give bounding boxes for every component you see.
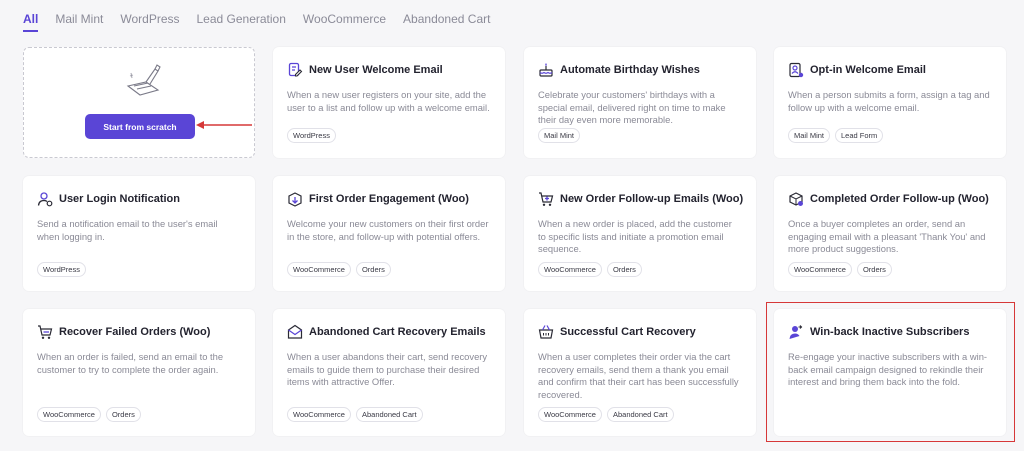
tag: WooCommerce: [538, 407, 602, 422]
card-description: When a new user registers on your site, …: [287, 89, 490, 113]
tag-list: WordPress: [37, 262, 86, 277]
tag: WooCommerce: [788, 262, 852, 277]
red-arrow-annotation: [196, 121, 252, 129]
tab-woocommerce[interactable]: WooCommerce: [303, 12, 386, 32]
tag: WooCommerce: [287, 262, 351, 277]
tag: WordPress: [287, 128, 336, 143]
card-title: Automate Birthday Wishes: [560, 64, 700, 76]
start-from-scratch-button[interactable]: Start from scratch: [85, 114, 195, 139]
tag-list: WooCommerce Orders: [538, 262, 642, 277]
tab-wordpress[interactable]: WordPress: [120, 12, 179, 32]
document-edit-icon: [288, 62, 303, 77]
tag-list: Mail Mint: [538, 128, 581, 143]
template-card[interactable]: Completed Order Follow-up (Woo) Once a b…: [774, 176, 1006, 291]
card-title: First Order Engagement (Woo): [309, 193, 469, 205]
card-title: Abandoned Cart Recovery Emails: [309, 326, 486, 338]
tag: WordPress: [37, 262, 86, 277]
birthday-cake-icon: [539, 63, 553, 77]
form-user-icon: [789, 62, 804, 78]
tab-mail-mint[interactable]: Mail Mint: [55, 12, 103, 32]
tag-list: WooCommerce Orders: [37, 407, 141, 422]
tag: Abandoned Cart: [606, 407, 674, 422]
tag: Mail Mint: [538, 128, 581, 143]
basket-icon: [538, 325, 554, 339]
tag-list: WooCommerce Orders: [287, 262, 391, 277]
tag-list: WordPress: [287, 128, 336, 143]
package-icon: [288, 192, 302, 207]
card-title: Successful Cart Recovery: [560, 326, 696, 338]
filter-tabs: All Mail Mint WordPress Lead Generation …: [23, 12, 490, 32]
template-card[interactable]: New Order Follow-up Emails (Woo) When a …: [524, 176, 756, 291]
card-description: When a new order is placed, add the cust…: [538, 218, 732, 254]
tab-all[interactable]: All: [23, 12, 39, 32]
card-description: When an order is failed, send an email t…: [37, 351, 224, 375]
tag: Orders: [856, 262, 892, 277]
card-description: Send a notification email to the user's …: [37, 218, 218, 242]
tag-list: WooCommerce Abandoned Cart: [538, 407, 674, 422]
card-title: Recover Failed Orders (Woo): [59, 326, 211, 338]
tag: WooCommerce: [287, 407, 351, 422]
card-title: New User Welcome Email: [309, 64, 443, 76]
scratch-illustration-icon: [126, 64, 161, 96]
card-description: Once a buyer completes an order, send an…: [788, 218, 986, 254]
template-card[interactable]: Successful Cart Recovery When a user com…: [524, 309, 756, 436]
template-card[interactable]: First Order Engagement (Woo) Welcome you…: [273, 176, 505, 291]
cart-plus-icon: [539, 192, 554, 206]
card-description: Celebrate your customers' birthdays with…: [538, 89, 726, 125]
template-card[interactable]: User Login Notification Send a notificat…: [23, 176, 255, 291]
tag-list: Mail Mint Lead Form: [788, 128, 884, 143]
template-card[interactable]: Recover Failed Orders (Woo) When an orde…: [23, 309, 255, 436]
tag: Orders: [355, 262, 391, 277]
tag: Orders: [606, 262, 642, 277]
card-description: When a person submits a form, assign a t…: [788, 89, 990, 113]
card-title: Opt-in Welcome Email: [810, 64, 926, 76]
cart-icon: [38, 325, 53, 339]
template-card[interactable]: New User Welcome Email When a new user r…: [273, 47, 505, 158]
tag-list: WooCommerce Orders: [788, 262, 892, 277]
tag: Abandoned Cart: [355, 407, 423, 422]
box-check-icon: [789, 192, 803, 206]
card-description: Welcome your new customers on their firs…: [287, 218, 489, 242]
card-title: User Login Notification: [59, 193, 180, 205]
tag-list: WooCommerce Abandoned Cart: [287, 407, 423, 422]
card-title: Completed Order Follow-up (Woo): [810, 193, 989, 205]
template-card[interactable]: Opt-in Welcome Email When a person submi…: [774, 47, 1006, 158]
user-login-icon: [37, 192, 53, 207]
envelope-open-icon: [287, 324, 303, 339]
template-card[interactable]: Automate Birthday Wishes Celebrate your …: [524, 47, 756, 158]
card-title: New Order Follow-up Emails (Woo): [560, 193, 744, 205]
tag: WooCommerce: [538, 262, 602, 277]
template-card[interactable]: Abandoned Cart Recovery Emails When a us…: [273, 309, 505, 436]
tag: WooCommerce: [37, 407, 101, 422]
card-description: When a user abandons their cart, send re…: [287, 351, 488, 387]
card-description: When a user completes their order via th…: [538, 351, 739, 400]
highlight-annotation-box: [766, 302, 1015, 442]
tag: Lead Form: [835, 128, 884, 143]
tab-lead-generation[interactable]: Lead Generation: [197, 12, 286, 32]
tag: Orders: [105, 407, 141, 422]
tag: Mail Mint: [788, 128, 831, 143]
tab-abandoned-cart[interactable]: Abandoned Cart: [403, 12, 490, 32]
start-from-scratch-card[interactable]: Start from scratch: [23, 47, 255, 158]
